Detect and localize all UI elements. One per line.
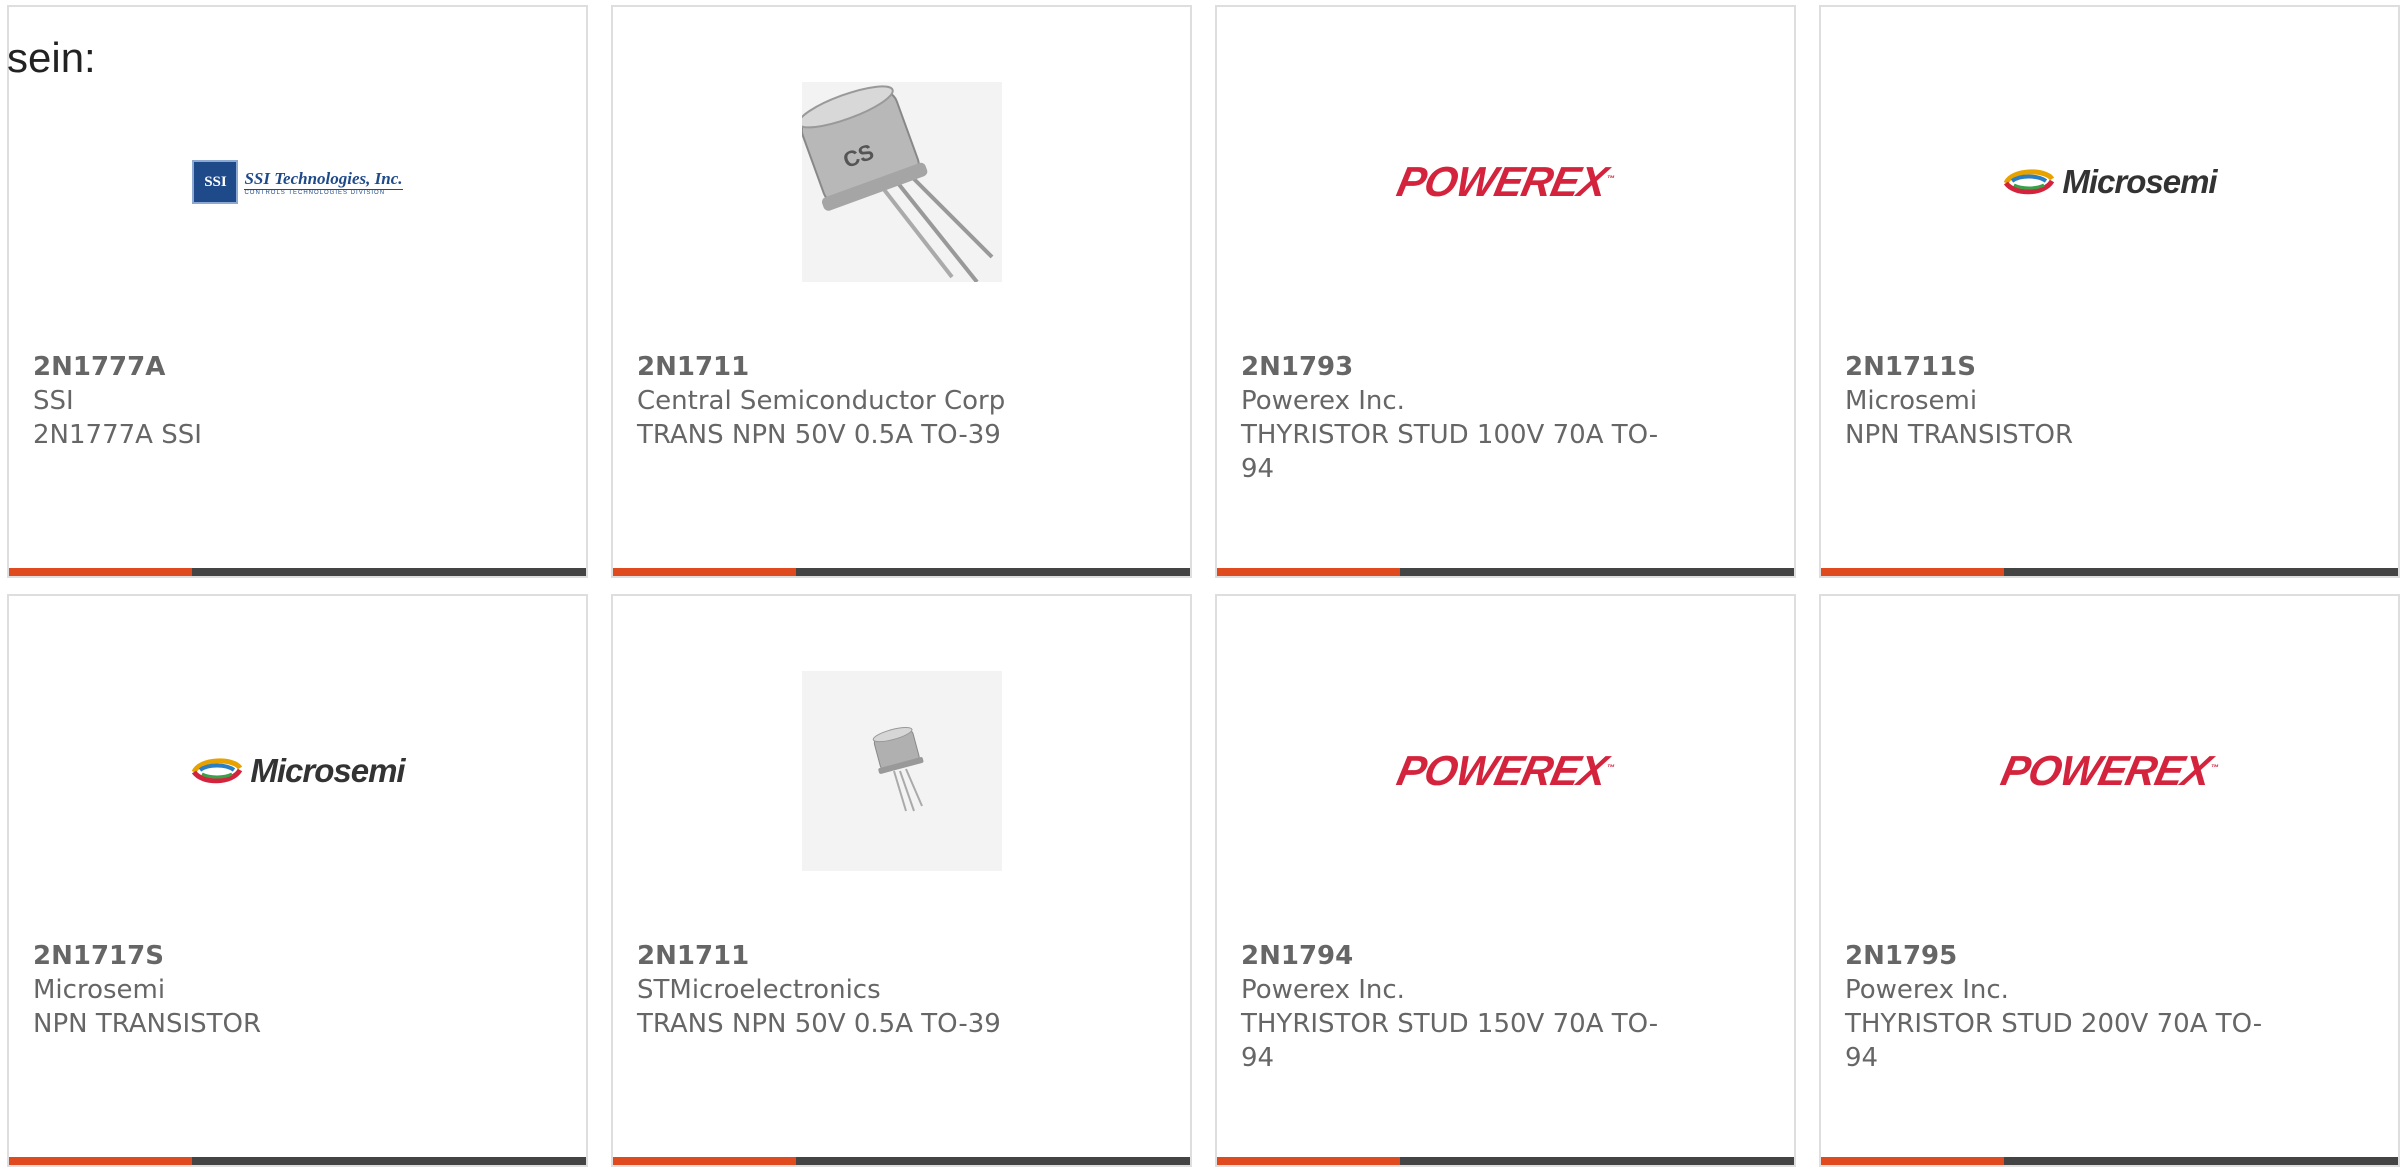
ssi-logo: SSI SSI Technologies, Inc. CONTROLS TECH… xyxy=(192,160,403,204)
product-image: POWEREX™ xyxy=(1217,47,1794,317)
product-card[interactable]: SSI SSI Technologies, Inc. CONTROLS TECH… xyxy=(7,5,588,578)
ssi-logo-mark: SSI xyxy=(192,160,239,204)
card-bottom-bar xyxy=(613,1157,1190,1165)
manufacturer: SSI xyxy=(33,386,74,416)
microsemi-swirl-icon xyxy=(2004,169,2055,195)
part-number[interactable]: 2N1794 xyxy=(1241,939,1681,973)
product-image: Microsemi xyxy=(1821,47,2398,317)
part-number[interactable]: 2N1717S xyxy=(33,939,473,973)
description: TRANS NPN 50V 0.5A TO-39 xyxy=(637,420,1001,450)
manufacturer: Microsemi xyxy=(1845,386,1978,416)
part-number[interactable]: 2N1711S xyxy=(1845,350,2285,384)
manufacturer: Central Semiconductor Corp xyxy=(637,386,1006,416)
powerex-logo: POWEREX™ xyxy=(1997,747,2219,794)
description: NPN TRANSISTOR xyxy=(1845,420,2074,450)
description: 2N1777A SSI xyxy=(33,420,202,450)
description: TRANS NPN 50V 0.5A TO-39 xyxy=(637,1009,1001,1039)
card-bottom-bar xyxy=(613,568,1190,576)
part-number[interactable]: 2N1777A xyxy=(33,350,473,384)
to39-transistor-photo: CS xyxy=(801,82,1002,282)
part-number[interactable]: 2N1795 xyxy=(1845,939,2285,973)
card-bottom-bar xyxy=(1821,1157,2398,1165)
product-image: POWEREX™ xyxy=(1217,636,1794,906)
product-card[interactable]: POWEREX™ 2N1793 Powerex Inc. THYRISTOR S… xyxy=(1215,5,1796,578)
manufacturer: Powerex Inc. xyxy=(1241,975,1405,1005)
powerex-logo: POWEREX™ xyxy=(1393,747,1615,794)
manufacturer: Powerex Inc. xyxy=(1845,975,2009,1005)
product-image: SSI SSI Technologies, Inc. CONTROLS TECH… xyxy=(9,47,586,317)
microsemi-logo-text: Microsemi xyxy=(2062,163,2217,200)
card-bottom-bar xyxy=(9,1157,586,1165)
description: THYRISTOR STUD 100V 70A TO-94 xyxy=(1241,420,1659,484)
description: THYRISTOR STUD 150V 70A TO-94 xyxy=(1241,1009,1659,1073)
product-image: Microsemi xyxy=(9,636,586,906)
description: THYRISTOR STUD 200V 70A TO-94 xyxy=(1845,1009,2263,1073)
product-card[interactable]: Microsemi 2N1711S Microsemi NPN TRANSIST… xyxy=(1819,5,2400,578)
manufacturer: STMicroelectronics xyxy=(637,975,881,1005)
product-card[interactable]: 2N1711 STMicroelectronics TRANS NPN 50V … xyxy=(611,594,1192,1167)
powerex-logo-text: POWEREX xyxy=(1997,747,2215,794)
product-image: POWEREX™ xyxy=(1821,636,2398,906)
product-card[interactable]: POWEREX™ 2N1795 Powerex Inc. THYRISTOR S… xyxy=(1819,594,2400,1167)
card-bottom-bar xyxy=(1217,568,1794,576)
powerex-logo-text: POWEREX xyxy=(1393,158,1611,205)
microsemi-logo: Microsemi xyxy=(2002,163,2218,201)
microsemi-swirl-icon xyxy=(192,758,243,784)
part-number[interactable]: 2N1711 xyxy=(637,350,1077,384)
ssi-logo-subtext: CONTROLS TECHNOLOGIES DIVISION xyxy=(244,188,403,196)
intro-text: sein: xyxy=(7,34,96,81)
manufacturer: Microsemi xyxy=(33,975,166,1005)
powerex-logo: POWEREX™ xyxy=(1393,158,1615,205)
product-image: CS xyxy=(613,47,1190,317)
product-card[interactable]: POWEREX™ 2N1794 Powerex Inc. THYRISTOR S… xyxy=(1215,594,1796,1167)
part-number[interactable]: 2N1793 xyxy=(1241,350,1681,384)
product-card[interactable]: CS 2N1711 Central Semiconductor Corp TRA… xyxy=(611,5,1192,578)
microsemi-logo: Microsemi xyxy=(190,752,406,790)
microsemi-logo-text: Microsemi xyxy=(250,752,405,789)
part-number[interactable]: 2N1711 xyxy=(637,939,1077,973)
product-image xyxy=(613,636,1190,906)
product-card[interactable]: Microsemi 2N1717S Microsemi NPN TRANSIST… xyxy=(7,594,588,1167)
ssi-logo-text: SSI Technologies, Inc. xyxy=(244,168,403,188)
card-bottom-bar xyxy=(1217,1157,1794,1165)
powerex-logo-text: POWEREX xyxy=(1393,747,1611,794)
manufacturer: Powerex Inc. xyxy=(1241,386,1405,416)
to39-transistor-photo xyxy=(801,671,1002,871)
card-bottom-bar xyxy=(1821,568,2398,576)
card-bottom-bar xyxy=(9,568,586,576)
description: NPN TRANSISTOR xyxy=(33,1009,262,1039)
